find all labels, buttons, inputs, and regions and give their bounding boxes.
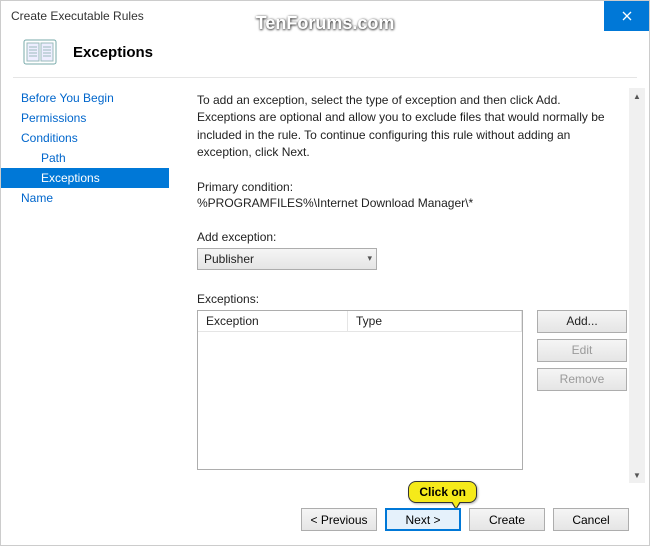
add-exception-value: Publisher (204, 252, 254, 266)
exceptions-label: Exceptions: (197, 292, 627, 306)
column-type[interactable]: Type (348, 311, 522, 331)
remove-button: Remove (537, 368, 627, 391)
primary-condition-label: Primary condition: (197, 180, 627, 194)
wizard-footer: < Previous Next > Create Cancel (301, 508, 629, 531)
nav-before-you-begin[interactable]: Before You Begin (1, 88, 169, 108)
exceptions-listbox[interactable]: Exception Type (197, 310, 523, 470)
column-exception[interactable]: Exception (198, 311, 348, 331)
close-button[interactable] (604, 1, 649, 31)
edit-button: Edit (537, 339, 627, 362)
wizard-header: Exceptions (1, 31, 649, 77)
primary-condition-value: %PROGRAMFILES%\Internet Download Manager… (197, 196, 627, 210)
content-scrollbar[interactable]: ▲ ▼ (629, 88, 645, 483)
wizard-body: Before You Begin Permissions Conditions … (1, 78, 649, 493)
wizard-sidebar: Before You Begin Permissions Conditions … (1, 78, 169, 493)
listbox-header: Exception Type (198, 311, 522, 332)
callout-annotation: Click on (408, 481, 477, 503)
previous-button[interactable]: < Previous (301, 508, 377, 531)
cancel-button[interactable]: Cancel (553, 508, 629, 531)
nav-conditions[interactable]: Conditions (1, 128, 169, 148)
add-exception-label: Add exception: (197, 230, 627, 244)
nav-permissions[interactable]: Permissions (1, 108, 169, 128)
rules-icon (23, 37, 57, 67)
chevron-down-icon: ▾ (367, 253, 372, 264)
window-title: Create Executable Rules (11, 9, 144, 23)
scroll-down-icon[interactable]: ▼ (629, 467, 645, 483)
nav-exceptions[interactable]: Exceptions (1, 168, 169, 188)
add-exception-dropdown[interactable]: Publisher ▾ (197, 248, 377, 270)
create-button[interactable]: Create (469, 508, 545, 531)
title-bar: Create Executable Rules (1, 1, 649, 31)
scroll-up-icon[interactable]: ▲ (629, 88, 645, 104)
add-button[interactable]: Add... (537, 310, 627, 333)
nav-name[interactable]: Name (1, 188, 169, 208)
nav-path[interactable]: Path (1, 148, 169, 168)
wizard-window: Create Executable Rules TenForums.com Ex… (0, 0, 650, 546)
page-title: Exceptions (73, 44, 153, 61)
description-text: To add an exception, select the type of … (197, 92, 627, 162)
next-button[interactable]: Next > (385, 508, 461, 531)
wizard-content: To add an exception, select the type of … (169, 78, 649, 493)
